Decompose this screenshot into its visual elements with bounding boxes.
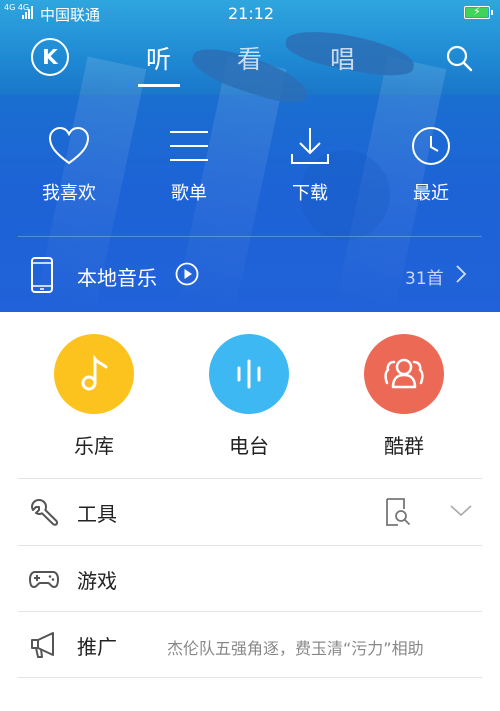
divider [18, 677, 482, 678]
menu-item-label: 游戏 [77, 569, 117, 593]
soundwave-icon [237, 359, 261, 389]
quick-favorites[interactable]: 我喜欢 [14, 126, 124, 205]
search-icon[interactable] [444, 43, 474, 73]
wrench-icon [31, 499, 59, 526]
clock-icon [412, 127, 450, 165]
heart-icon [48, 126, 90, 165]
menu-item-games[interactable]: 游戏 [0, 545, 500, 611]
status-bar: 4G 4G 中国联通 21:12 ⚡ [0, 0, 500, 28]
play-icon[interactable] [175, 262, 199, 286]
carrier-name: 中国联通 [40, 6, 101, 24]
download-icon [291, 128, 329, 164]
group-button[interactable] [364, 334, 444, 414]
music-library-button[interactable] [54, 334, 134, 414]
menu-item-label: 推广 [77, 635, 117, 659]
radio-label: 电台 [229, 434, 269, 458]
group-label: 酷群 [384, 434, 424, 458]
chevron-right-icon [456, 265, 467, 283]
chevron-down-icon[interactable] [449, 504, 473, 518]
local-music-row[interactable]: 本地音乐 31首 [0, 240, 500, 310]
phone-icon [31, 257, 53, 293]
active-tab-indicator [138, 84, 180, 87]
divider [18, 236, 482, 237]
quick-action-label: 下载 [292, 183, 328, 204]
quick-downloads[interactable]: 下载 [255, 126, 365, 205]
quick-action-label: 歌单 [171, 183, 207, 204]
app-logo[interactable]: K [31, 38, 69, 76]
quick-recent[interactable]: 最近 [376, 126, 486, 205]
gamepad-icon [29, 571, 59, 588]
quick-action-label: 最近 [413, 183, 449, 204]
menu-item-label: 工具 [77, 502, 117, 526]
divider [18, 611, 482, 612]
battery-icon: ⚡ [464, 5, 493, 19]
tab-watch[interactable]: 看 [237, 40, 262, 76]
menu-list-end [0, 677, 500, 711]
clock: 21:12 [228, 4, 275, 23]
divider [18, 545, 482, 546]
divider [18, 478, 482, 479]
menu-item-promotion[interactable]: 推广 杰伦队五强角逐，费玉清“污力”相助 [0, 611, 500, 677]
list-icon [170, 131, 208, 161]
megaphone-icon [31, 632, 54, 658]
menu-item-tools[interactable]: 工具 [0, 478, 500, 544]
local-music-label: 本地音乐 [77, 266, 157, 290]
tab-sing[interactable]: 唱 [330, 40, 355, 76]
tab-listen[interactable]: 听 [146, 40, 171, 76]
quick-playlists[interactable]: 歌单 [134, 126, 244, 205]
music-note-icon [81, 355, 108, 391]
music-library-label: 乐库 [74, 434, 114, 458]
local-music-count: 31首 [405, 269, 444, 289]
radio-button[interactable] [209, 334, 289, 414]
signal-icon [22, 6, 33, 19]
group-icon [384, 358, 424, 389]
quick-action-label: 我喜欢 [42, 183, 96, 204]
promotion-headline[interactable]: 杰伦队五强角逐，费玉清“污力”相助 [167, 635, 424, 659]
document-search-icon[interactable] [384, 497, 412, 527]
